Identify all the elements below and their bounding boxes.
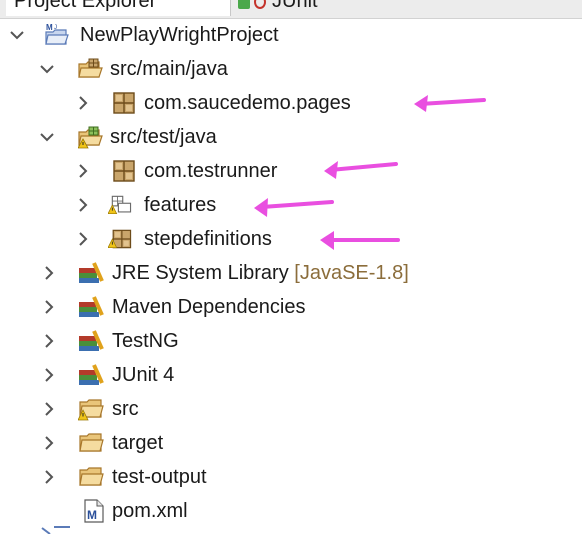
chevron-right-icon[interactable] <box>40 366 58 384</box>
tree-item-pom-xml[interactable]: M pom.xml <box>0 494 582 528</box>
package-icon <box>113 160 135 182</box>
tree-item-label: src <box>112 398 139 420</box>
source-folder-icon <box>78 58 103 78</box>
tree-item-label: JRE System Library [JavaSE-1.8] <box>112 260 409 286</box>
tree-item-label: src/test/java <box>110 126 217 148</box>
tree-item-junit-library[interactable]: JUnit 4 <box>0 358 582 392</box>
tree-item-folder-target[interactable]: target <box>0 426 582 460</box>
folder-icon <box>79 467 104 486</box>
tree-item-label: NewPlayWrightProject <box>80 24 279 46</box>
source-folder-warning-icon <box>78 126 103 149</box>
tree-item-jre-library[interactable]: JRE System Library [JavaSE-1.8] <box>0 256 582 290</box>
view-tab-strip: Project Explorer JUnit <box>0 0 582 19</box>
chevron-right-icon[interactable] <box>40 332 58 350</box>
chevron-down-icon[interactable] <box>38 128 56 146</box>
tree-item-label: JUnit 4 <box>112 364 175 386</box>
tree-item-src-test-java[interactable]: src/test/java <box>0 120 582 154</box>
chevron-right-icon[interactable] <box>40 264 58 282</box>
tab-junit-label: JUnit <box>272 0 318 12</box>
tree-item-maven-dependencies[interactable]: Maven Dependencies <box>0 290 582 324</box>
chevron-right-icon[interactable] <box>74 230 92 248</box>
tree-item-label: com.saucedemo.pages <box>144 92 351 114</box>
tree-item-package-testrunner[interactable]: com.testrunner <box>0 154 582 188</box>
chevron-right-icon[interactable] <box>40 298 58 316</box>
tree-item-label: target <box>112 432 164 454</box>
tree-item-label: test-output <box>112 466 207 488</box>
annotation-arrow <box>254 198 334 217</box>
tree-item-package-features[interactable]: features <box>0 188 582 222</box>
tree-item-label: TestNG <box>112 330 179 352</box>
tree-item-label: com.testrunner <box>144 160 278 182</box>
annotation-arrow <box>320 231 400 250</box>
tree-item-project[interactable]: M J NewPlayWrightProject <box>0 18 582 52</box>
library-icon <box>79 262 104 283</box>
library-icon <box>79 330 104 351</box>
library-icon <box>79 364 104 385</box>
chevron-right-icon[interactable] <box>40 400 58 418</box>
chevron-down-icon[interactable] <box>38 60 56 78</box>
tree-item-label: src/main/java <box>110 58 228 80</box>
tree-item-label-text: JRE System Library <box>112 262 289 284</box>
tree-item-src-main-java[interactable]: src/main/java <box>0 52 582 86</box>
tree-item-package-stepdefinitions[interactable]: stepdefinitions <box>0 222 582 256</box>
jre-version-decoration: [JavaSE-1.8] <box>294 262 409 284</box>
tree-item-testng-library[interactable]: TestNG <box>0 324 582 358</box>
tree-item-folder-test-output[interactable]: test-output <box>0 460 582 494</box>
package-warning-icon <box>108 229 132 249</box>
chevron-right-icon[interactable] <box>74 196 92 214</box>
cropped-next-row-icon <box>41 526 70 534</box>
tab-junit[interactable]: JUnit <box>230 0 326 16</box>
empty-package-warning-icon <box>108 195 132 215</box>
svg-text:J: J <box>54 25 57 31</box>
junit-error-icon <box>254 0 266 9</box>
tree-item-label: Maven Dependencies <box>112 296 306 318</box>
library-icon <box>79 296 104 317</box>
svg-text:M: M <box>87 508 97 522</box>
annotation-arrow <box>324 161 398 179</box>
maven-project-icon: M J <box>45 23 69 45</box>
chevron-right-icon[interactable] <box>40 434 58 452</box>
tree-item-label: features <box>144 194 217 216</box>
folder-warning-icon <box>78 399 104 421</box>
svg-text:M: M <box>46 23 53 32</box>
chevron-down-icon[interactable] <box>8 26 26 44</box>
chevron-right-icon[interactable] <box>40 468 58 486</box>
tab-project-explorer[interactable]: Project Explorer <box>6 0 231 16</box>
chevron-right-icon[interactable] <box>74 94 92 112</box>
package-icon <box>113 92 135 114</box>
annotation-arrow <box>414 95 486 112</box>
tree-item-label: stepdefinitions <box>144 228 272 250</box>
tree-item-folder-src[interactable]: src <box>0 392 582 426</box>
tree-item-package-pages[interactable]: com.saucedemo.pages <box>0 86 582 120</box>
folder-icon <box>79 433 104 452</box>
tree-item-label: pom.xml <box>112 500 188 522</box>
junit-check-icon <box>238 0 250 9</box>
maven-file-icon: M <box>84 499 104 523</box>
chevron-right-icon[interactable] <box>74 162 92 180</box>
